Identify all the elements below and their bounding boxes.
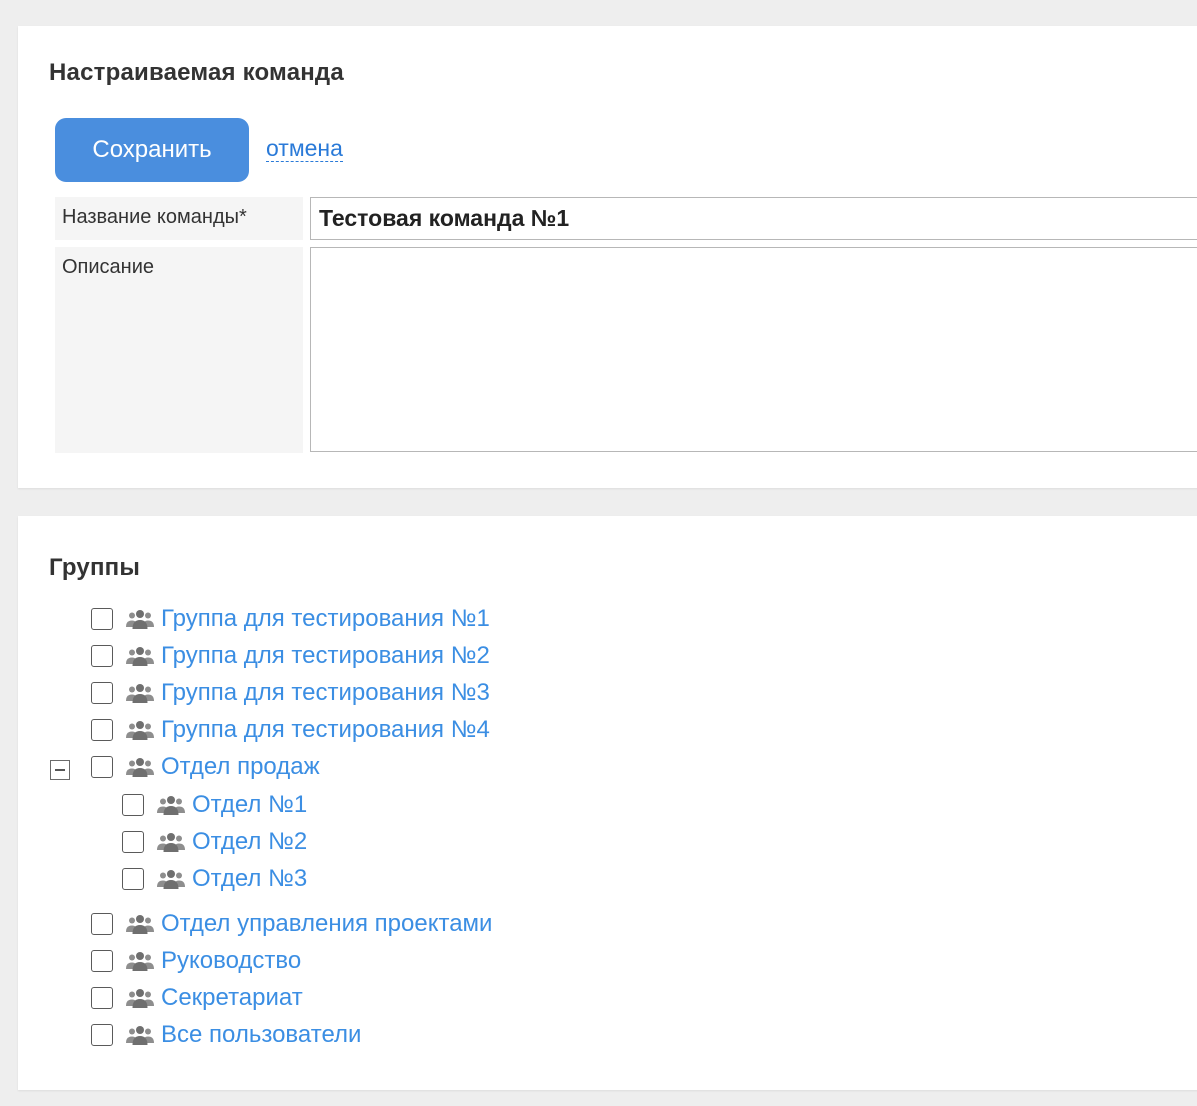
description-label: Описание [55, 247, 303, 453]
group-checkbox[interactable] [91, 719, 113, 741]
users-group-icon [125, 645, 155, 667]
group-checkbox[interactable] [91, 913, 113, 935]
group-row: Руководство [91, 946, 301, 976]
group-row: Отдел управления проектами [91, 909, 492, 939]
subgroup-label[interactable]: Отдел №1 [192, 791, 307, 819]
users-group-icon [125, 682, 155, 704]
subgroup-row: Отдел №3 [122, 864, 307, 894]
users-group-icon [125, 950, 155, 972]
subgroup-row: Отдел №1 [122, 790, 307, 820]
group-row: Группа для тестирования №2 [91, 641, 490, 671]
group-checkbox[interactable] [91, 987, 113, 1009]
users-group-icon [125, 1024, 155, 1046]
collapse-toggle[interactable] [50, 760, 70, 780]
group-checkbox[interactable] [91, 608, 113, 630]
team-form-card: Настраиваемая команда Сохранить отмена Н… [18, 26, 1197, 488]
group-row: Группа для тестирования №4 [91, 715, 490, 745]
subgroup-checkbox[interactable] [122, 794, 144, 816]
group-row: Отдел продаж [91, 752, 320, 782]
group-label[interactable]: Группа для тестирования №3 [161, 679, 490, 707]
users-group-icon [125, 987, 155, 1009]
subgroup-row: Отдел №2 [122, 827, 307, 857]
users-group-icon [156, 868, 186, 890]
team-name-input[interactable] [310, 197, 1197, 240]
team-name-label: Название команды* [55, 197, 303, 240]
users-group-icon [125, 719, 155, 741]
group-label[interactable]: Группа для тестирования №2 [161, 642, 490, 670]
subgroup-checkbox[interactable] [122, 831, 144, 853]
group-label[interactable]: Отдел управления проектами [161, 910, 492, 938]
group-label[interactable]: Группа для тестирования №4 [161, 716, 490, 744]
group-row: Группа для тестирования №1 [91, 604, 490, 634]
group-checkbox[interactable] [91, 682, 113, 704]
cancel-link[interactable]: отмена [266, 135, 343, 162]
description-textarea[interactable] [310, 247, 1197, 452]
subgroup-label[interactable]: Отдел №2 [192, 828, 307, 856]
groups-title: Группы [49, 554, 141, 581]
group-checkbox[interactable] [91, 950, 113, 972]
group-label[interactable]: Руководство [161, 947, 301, 975]
save-button[interactable]: Сохранить [55, 118, 249, 182]
minus-square-icon [55, 769, 65, 771]
group-label[interactable]: Все пользователи [161, 1021, 361, 1049]
users-group-icon [125, 608, 155, 630]
group-row: Секретариат [91, 983, 303, 1013]
users-group-icon [125, 756, 155, 778]
group-checkbox[interactable] [91, 756, 113, 778]
form-title: Настраиваемая команда [49, 59, 344, 86]
users-group-icon [156, 831, 186, 853]
subgroup-checkbox[interactable] [122, 868, 144, 890]
group-label[interactable]: Группа для тестирования №1 [161, 605, 490, 633]
group-row: Все пользователи [91, 1020, 361, 1050]
group-label[interactable]: Секретариат [161, 984, 303, 1012]
group-checkbox[interactable] [91, 1024, 113, 1046]
subgroup-label[interactable]: Отдел №3 [192, 865, 307, 893]
users-group-icon [125, 913, 155, 935]
group-row: Группа для тестирования №3 [91, 678, 490, 708]
group-checkbox[interactable] [91, 645, 113, 667]
groups-card: Группы Группа для тестирования №1 Группа… [18, 516, 1197, 1090]
users-group-icon [156, 794, 186, 816]
group-label[interactable]: Отдел продаж [161, 753, 320, 781]
